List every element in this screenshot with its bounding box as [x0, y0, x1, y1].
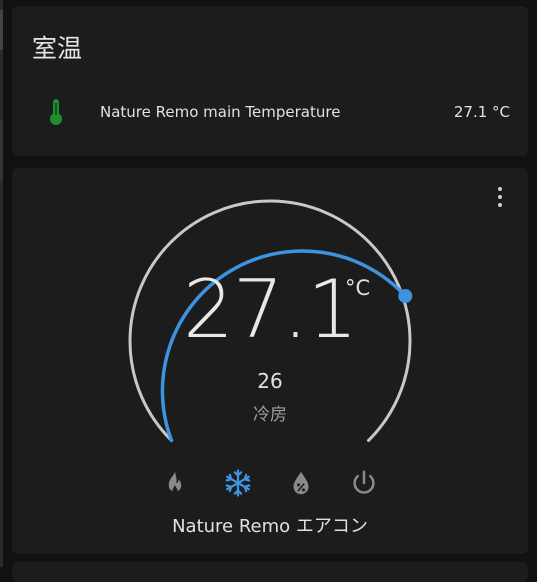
current-temperature: 27.1	[182, 263, 358, 356]
sidebar-edge-segment	[0, 10, 3, 50]
device-name: Nature Remo エアコン	[172, 516, 368, 537]
thermostat-card: 27.1 °C 26 冷房 Nature Remo エアコン	[12, 168, 528, 554]
power-icon[interactable]	[349, 468, 379, 498]
entity-state: 27.1 °C	[453, 103, 510, 121]
target-slider-handle[interactable]	[398, 289, 413, 303]
sidebar-edge	[0, 0, 3, 567]
entity-row-temperature[interactable]: Nature Remo main Temperature 27.1 °C	[32, 94, 510, 130]
hvac-mode-label: 冷房	[253, 405, 287, 425]
water-percent-icon[interactable]	[286, 468, 316, 498]
snowflake-icon[interactable]	[223, 468, 253, 498]
thermometer-icon	[50, 99, 62, 125]
sidebar-edge-segment	[0, 120, 3, 180]
target-temperature: 26	[257, 369, 283, 393]
card-title: 室温	[32, 34, 83, 63]
next-card-edge	[12, 562, 528, 582]
temperature-unit: °C	[345, 276, 371, 300]
hvac-mode-selector	[12, 468, 528, 498]
entity-name: Nature Remo main Temperature	[100, 103, 341, 121]
entities-card: 室温 Nature Remo main Temperature 27.1 °C	[12, 6, 528, 156]
fire-icon[interactable]	[160, 468, 190, 498]
